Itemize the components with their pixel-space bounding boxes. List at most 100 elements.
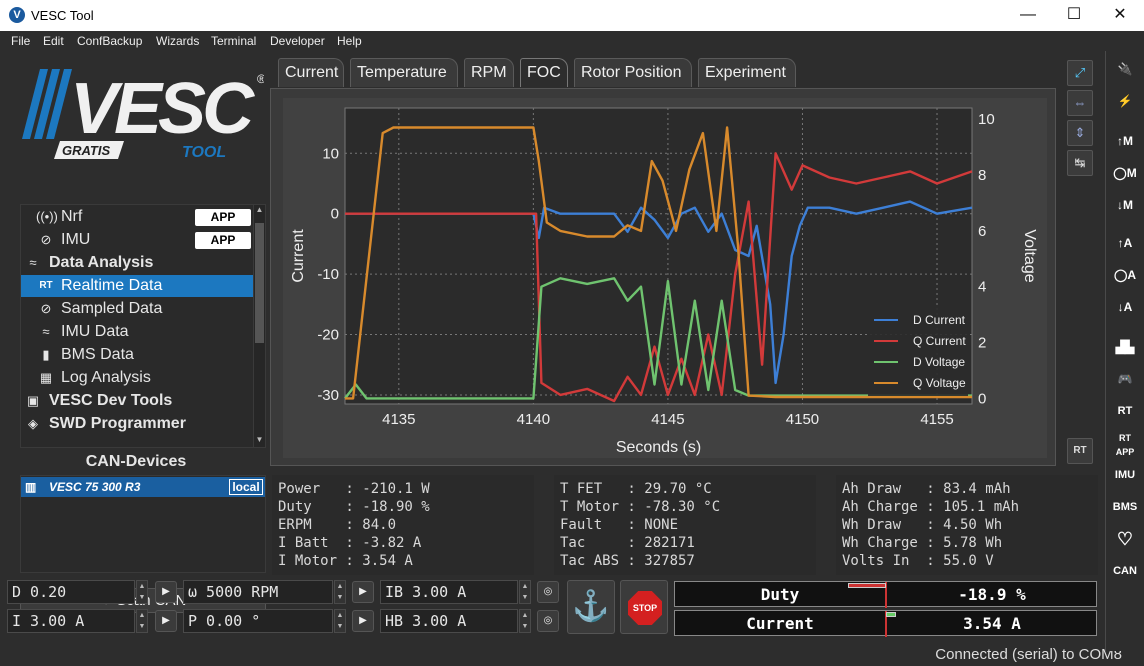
position-play-button[interactable]: ▶: [352, 610, 374, 632]
read-motor-config-icon[interactable]: ◯M: [1110, 159, 1140, 187]
rpm-input[interactable]: ω 5000 RPM: [183, 580, 333, 604]
zoom-vertical-icon[interactable]: ⇕: [1067, 120, 1093, 146]
nav-header-vesc-dev-tools[interactable]: ▣ VESC Dev Tools: [21, 390, 253, 412]
map-icon: ▦: [39, 370, 53, 385]
can-fwd-icon[interactable]: CAN: [1110, 557, 1140, 585]
rt-app-icon[interactable]: RT APP: [1110, 429, 1140, 457]
status-bar: Connected (serial) to COM8: [935, 646, 1122, 663]
scroll-up-icon[interactable]: ▲: [254, 205, 265, 217]
y2-tick-label: 10: [978, 111, 995, 128]
current-stepper[interactable]: ▲ ▼: [136, 609, 148, 633]
nav-item-sampled-data[interactable]: ⊘ Sampled Data: [21, 298, 253, 320]
vesc-logo: VESC ® GRATIS TOOL: [22, 69, 264, 161]
nav-item-log-analysis[interactable]: ▦ Log Analysis: [21, 367, 253, 389]
can-device-row[interactable]: ▥ VESC 75 300 R3 local: [21, 477, 265, 497]
read-app-config-icon[interactable]: ◯A: [1110, 261, 1140, 289]
zoom-horizontal-icon[interactable]: ⇔: [1067, 90, 1093, 116]
tab-temperature[interactable]: Temperature: [350, 58, 458, 87]
imu-data-icon[interactable]: IMU: [1110, 461, 1140, 489]
scroll-thumb[interactable]: [255, 223, 264, 343]
stat-ah-charge: Ah Charge : 105.1 mAh: [842, 499, 1020, 515]
nav-scrollbar[interactable]: ▲ ▼: [253, 204, 266, 448]
connect-icon[interactable]: 🔌: [1110, 55, 1140, 83]
anchor-icon: ⚓: [572, 590, 610, 623]
nav-item-imu-data[interactable]: ≈ IMU Data: [21, 321, 253, 343]
menu-wizards[interactable]: Wizards: [156, 34, 199, 48]
handbrake-play-button[interactable]: ◎: [537, 610, 559, 632]
nav-item-imu[interactable]: ⊘ IMU APP: [21, 229, 253, 251]
brake-play-button[interactable]: ◎: [537, 581, 559, 603]
duty-stepper[interactable]: ▲ ▼: [136, 580, 148, 604]
plot-tools: ⤢ ⇔ ⇕ ↹ RT: [1067, 60, 1095, 470]
foc-plot[interactable]: 4135 4140 4145 4150 4155 10 0 -10 -20 -30 10 8 6 4 2 0 S…: [283, 98, 1047, 458]
menu-confbackup[interactable]: ConfBackup: [77, 34, 142, 48]
heart-icon[interactable]: ♡: [1110, 525, 1140, 553]
menu-help[interactable]: Help: [337, 34, 362, 48]
y2-tick-label: 4: [978, 279, 986, 296]
y2-tick-label: 6: [978, 223, 986, 240]
stop-icon: STOP: [628, 591, 662, 625]
chip-icon: ◈: [28, 416, 38, 431]
position-input[interactable]: P 0.00 °: [183, 609, 333, 633]
gamepad-icon[interactable]: 🎮: [1110, 365, 1140, 393]
nav-header-swd-programmer[interactable]: ◈ SWD Programmer: [21, 413, 253, 435]
disconnect-icon[interactable]: ⚡: [1110, 87, 1140, 115]
nav-item-nrf[interactable]: ((•)) Nrf APP: [21, 206, 253, 228]
nav-item-realtime-data[interactable]: RT Realtime Data: [21, 275, 253, 297]
brake-stepper[interactable]: ▲ ▼: [519, 580, 531, 604]
write-app-config-icon[interactable]: ↑A: [1110, 229, 1140, 257]
menu-developer[interactable]: Developer: [270, 34, 325, 48]
rt-data-icon[interactable]: RT: [1110, 397, 1140, 425]
nav-header-data-analysis[interactable]: ≈ Data Analysis: [21, 252, 253, 274]
write-motor-config-icon[interactable]: ↑M: [1110, 127, 1140, 155]
read-default-app-icon[interactable]: ↓A: [1110, 293, 1140, 321]
y2-tick-label: 8: [978, 167, 986, 184]
title-bar: V VESC Tool — ☐ ✕: [0, 0, 1144, 31]
current-play-button[interactable]: ▶: [155, 610, 177, 632]
anchor-button[interactable]: ⚓: [567, 580, 615, 634]
rpm-stepper[interactable]: ▲ ▼: [334, 580, 346, 604]
svg-text:®: ®: [257, 72, 264, 86]
y-axis-label: Current: [290, 229, 307, 283]
read-default-motor-icon[interactable]: ↓M: [1110, 191, 1140, 219]
x-tick-label: 4140: [517, 411, 550, 428]
duty-gauge-value: -18.9 %: [958, 585, 1026, 604]
duty-play-button[interactable]: ▶: [155, 581, 177, 603]
handbrake-stepper[interactable]: ▲ ▼: [519, 609, 531, 633]
scroll-down-icon[interactable]: ▼: [254, 435, 265, 447]
close-button[interactable]: ✕: [1098, 0, 1142, 31]
menu-edit[interactable]: Edit: [43, 34, 64, 48]
minimize-button[interactable]: —: [1006, 0, 1050, 31]
bms-data-icon[interactable]: BMS: [1110, 493, 1140, 521]
x-tick-label: 4145: [651, 411, 684, 428]
menu-terminal[interactable]: Terminal: [211, 34, 256, 48]
position-stepper[interactable]: ▲ ▼: [334, 609, 346, 633]
nav-list: ((•)) Nrf APP ⊘ IMU APP ≈ Data Analysis …: [20, 204, 254, 448]
autoscroll-icon[interactable]: ↹: [1067, 150, 1093, 176]
current-gauge: Current 3.54 A: [674, 610, 1097, 637]
maximize-button[interactable]: ☐: [1052, 0, 1096, 31]
tab-foc[interactable]: FOC: [520, 58, 568, 87]
brake-current-input[interactable]: IB 3.00 A: [380, 580, 518, 604]
y-tick-label: 0: [331, 206, 339, 223]
tab-rpm[interactable]: RPM: [464, 58, 514, 87]
tab-current[interactable]: Current: [278, 58, 344, 87]
tab-experiment[interactable]: Experiment: [698, 58, 796, 87]
stop-button[interactable]: STOP: [620, 580, 668, 634]
handbrake-input[interactable]: HB 3.00 A: [380, 609, 518, 633]
hierarchy-icon[interactable]: ▟▙: [1110, 333, 1140, 361]
nav-item-bms-data[interactable]: ▮ BMS Data: [21, 344, 253, 366]
rpm-play-button[interactable]: ▶: [352, 581, 374, 603]
duty-gauge-bar: [848, 583, 886, 588]
realtime-toggle-icon[interactable]: RT: [1067, 438, 1093, 464]
rescale-icon[interactable]: ⤢: [1067, 60, 1093, 86]
app-logo-icon: V: [9, 7, 25, 23]
current-input[interactable]: I 3.00 A: [7, 609, 135, 633]
app-badge: APP: [195, 232, 251, 249]
duty-input[interactable]: D 0.20: [7, 580, 135, 604]
left-panel: VESC ® GRATIS TOOL ((•)) Nrf APP ⊘ IMU A…: [0, 51, 272, 666]
menu-file[interactable]: File: [11, 34, 30, 48]
duty-gauge: Duty -18.9 %: [674, 581, 1097, 608]
tab-rotor-position[interactable]: Rotor Position: [574, 58, 692, 87]
imu-chart-icon: ≈: [42, 324, 50, 339]
